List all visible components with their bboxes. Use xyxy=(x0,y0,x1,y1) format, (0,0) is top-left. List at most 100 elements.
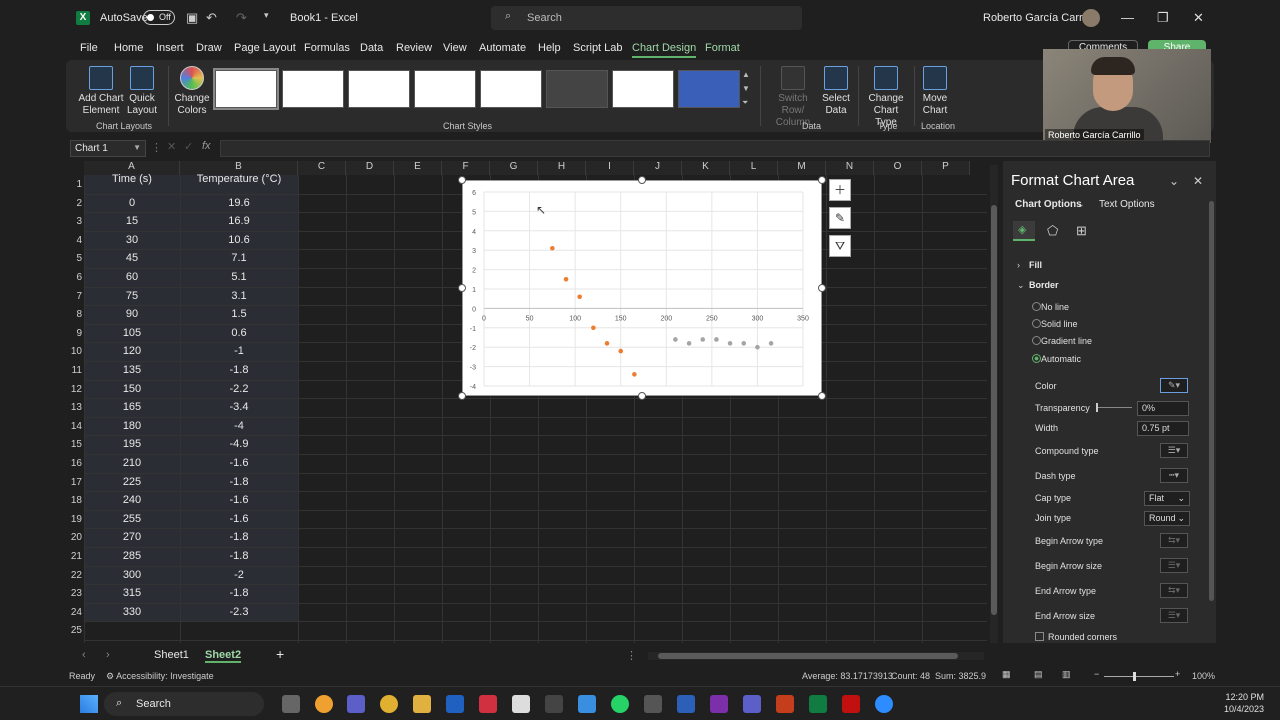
transparency-slider-thumb[interactable] xyxy=(1096,403,1098,412)
windows-start-icon[interactable] xyxy=(80,695,98,713)
row-header-6[interactable]: 6 xyxy=(66,272,84,283)
cell-time[interactable]: 0 xyxy=(84,197,180,209)
cell-temperature[interactable]: -1 xyxy=(180,345,298,357)
fill-expand-icon[interactable]: › xyxy=(1017,260,1020,270)
row-header-1[interactable]: 1 xyxy=(66,179,84,190)
close-icon[interactable]: ✕ xyxy=(1193,10,1204,26)
insert-function-icon[interactable]: fx xyxy=(202,140,211,152)
page-layout-view-icon[interactable]: ▤ xyxy=(1034,669,1043,680)
cell-temperature[interactable]: -2 xyxy=(180,569,298,581)
resize-handle-t[interactable] xyxy=(638,176,646,184)
row-header-20[interactable]: 20 xyxy=(66,532,84,543)
dash-type-icon[interactable]: ┅▾ xyxy=(1160,468,1188,483)
row-header-19[interactable]: 19 xyxy=(66,514,84,525)
onenote-icon[interactable] xyxy=(710,695,728,713)
tab-script-lab[interactable]: Script Lab xyxy=(573,42,623,54)
row-header-14[interactable]: 14 xyxy=(66,421,84,432)
teams-chat-icon[interactable] xyxy=(347,695,365,713)
column-header-o[interactable]: O xyxy=(874,161,922,175)
chart-style-1[interactable] xyxy=(213,68,279,110)
compound-type-icon[interactable]: ☰▾ xyxy=(1160,443,1188,458)
gradient-line-radio[interactable] xyxy=(1032,336,1041,345)
row-header-4[interactable]: 4 xyxy=(66,235,84,246)
sheet-tab-sheet1[interactable]: Sheet1 xyxy=(154,649,189,661)
formula-input[interactable] xyxy=(220,140,1210,157)
column-header-d[interactable]: D xyxy=(346,161,394,175)
solid-line-radio[interactable] xyxy=(1032,319,1041,328)
resize-handle-tl[interactable] xyxy=(458,176,466,184)
cell-temperature[interactable]: 0.6 xyxy=(180,327,298,339)
cell-temperature[interactable]: -1.6 xyxy=(180,457,298,469)
cell-time[interactable]: 270 xyxy=(84,531,180,543)
add-chart-element-button[interactable]: Add Chart Element xyxy=(76,66,126,117)
row-header-12[interactable]: 12 xyxy=(66,384,84,395)
app-icon-4[interactable] xyxy=(545,695,563,713)
cell-time[interactable]: 225 xyxy=(84,476,180,488)
cell-temperature[interactable]: 1.5 xyxy=(180,308,298,320)
switch-row-column-button[interactable]: Switch Row/ Column xyxy=(766,66,820,129)
tab-data[interactable]: Data xyxy=(360,42,383,54)
change-colors-button[interactable]: Change Colors xyxy=(172,66,212,117)
cell-time[interactable]: 315 xyxy=(84,587,180,599)
chart-style-2[interactable] xyxy=(282,70,344,108)
horizontal-scroll-thumb[interactable] xyxy=(658,653,958,659)
tab-help[interactable]: Help xyxy=(538,42,561,54)
zoom-slider-thumb[interactable] xyxy=(1133,672,1136,681)
column-header-c[interactable]: C xyxy=(298,161,346,175)
resize-handle-l[interactable] xyxy=(458,284,466,292)
resize-handle-r[interactable] xyxy=(818,284,826,292)
row-header-3[interactable]: 3 xyxy=(66,216,84,227)
tab-insert[interactable]: Insert xyxy=(156,42,184,54)
search-box[interactable]: ⌕ Search xyxy=(491,6,802,30)
cell-time[interactable]: 120 xyxy=(84,345,180,357)
cell-time[interactable]: 300 xyxy=(84,569,180,581)
cell-temperature[interactable]: 19.6 xyxy=(180,197,298,209)
join-type-select[interactable]: Round ⌄ xyxy=(1144,511,1190,526)
chart-style-6[interactable] xyxy=(546,70,608,108)
cell-temperature[interactable]: -1.8 xyxy=(180,476,298,488)
cell-temperature[interactable]: -1.8 xyxy=(180,550,298,562)
cell-temperature[interactable]: -1.8 xyxy=(180,531,298,543)
tab-review[interactable]: Review xyxy=(396,42,432,54)
cell-time[interactable]: 330 xyxy=(84,606,180,618)
tab-page-layout[interactable]: Page Layout xyxy=(234,42,296,54)
powerpoint-icon[interactable] xyxy=(776,695,794,713)
cell-temperature[interactable]: -4.9 xyxy=(180,438,298,450)
cell-time[interactable]: 210 xyxy=(84,457,180,469)
end-arrow-size-icon[interactable]: ☰▾ xyxy=(1160,608,1188,623)
begin-arrow-type-icon[interactable]: ⇆▾ xyxy=(1160,533,1188,548)
redo-icon[interactable]: ↷ xyxy=(236,10,247,26)
begin-arrow-size-icon[interactable]: ☰▾ xyxy=(1160,558,1188,573)
cell-time[interactable]: 180 xyxy=(84,420,180,432)
zoom-slider[interactable] xyxy=(1104,676,1174,677)
cell-time[interactable]: 45 xyxy=(84,252,180,264)
whatsapp-icon[interactable] xyxy=(611,695,629,713)
tab-format[interactable]: Format xyxy=(705,42,740,54)
select-data-button[interactable]: Select Data xyxy=(818,66,854,117)
cell-b1[interactable]: Temperature (°C) xyxy=(180,173,298,185)
cell-time[interactable]: 105 xyxy=(84,327,180,339)
cell-time[interactable]: 285 xyxy=(84,550,180,562)
undo-icon[interactable]: ↶ xyxy=(206,10,217,26)
cell-temperature[interactable]: -4 xyxy=(180,420,298,432)
row-header-15[interactable]: 15 xyxy=(66,439,84,450)
transparency-slider[interactable] xyxy=(1096,407,1132,408)
cell-a1[interactable]: Time (s) xyxy=(84,173,180,185)
cell-time[interactable]: 15 xyxy=(84,215,180,227)
cell-time[interactable]: 135 xyxy=(84,364,180,376)
tab-chart-options[interactable]: Chart Options xyxy=(1015,199,1082,210)
row-header-5[interactable]: 5 xyxy=(66,253,84,264)
cap-type-select[interactable]: Flat ⌄ xyxy=(1144,491,1190,506)
row-header-10[interactable]: 10 xyxy=(66,346,84,357)
file-explorer-icon[interactable] xyxy=(413,695,431,713)
excel-taskbar-icon[interactable] xyxy=(809,695,827,713)
column-header-n[interactable]: N xyxy=(826,161,874,175)
transparency-input[interactable]: 0% xyxy=(1137,401,1189,416)
row-header-7[interactable]: 7 xyxy=(66,291,84,302)
column-header-h[interactable]: H xyxy=(538,161,586,175)
zoom-level[interactable]: 100% xyxy=(1192,671,1215,681)
row-header-16[interactable]: 16 xyxy=(66,458,84,469)
rounded-corners-checkbox[interactable] xyxy=(1035,632,1044,641)
chart-style-7[interactable] xyxy=(612,70,674,108)
column-header-g[interactable]: G xyxy=(490,161,538,175)
